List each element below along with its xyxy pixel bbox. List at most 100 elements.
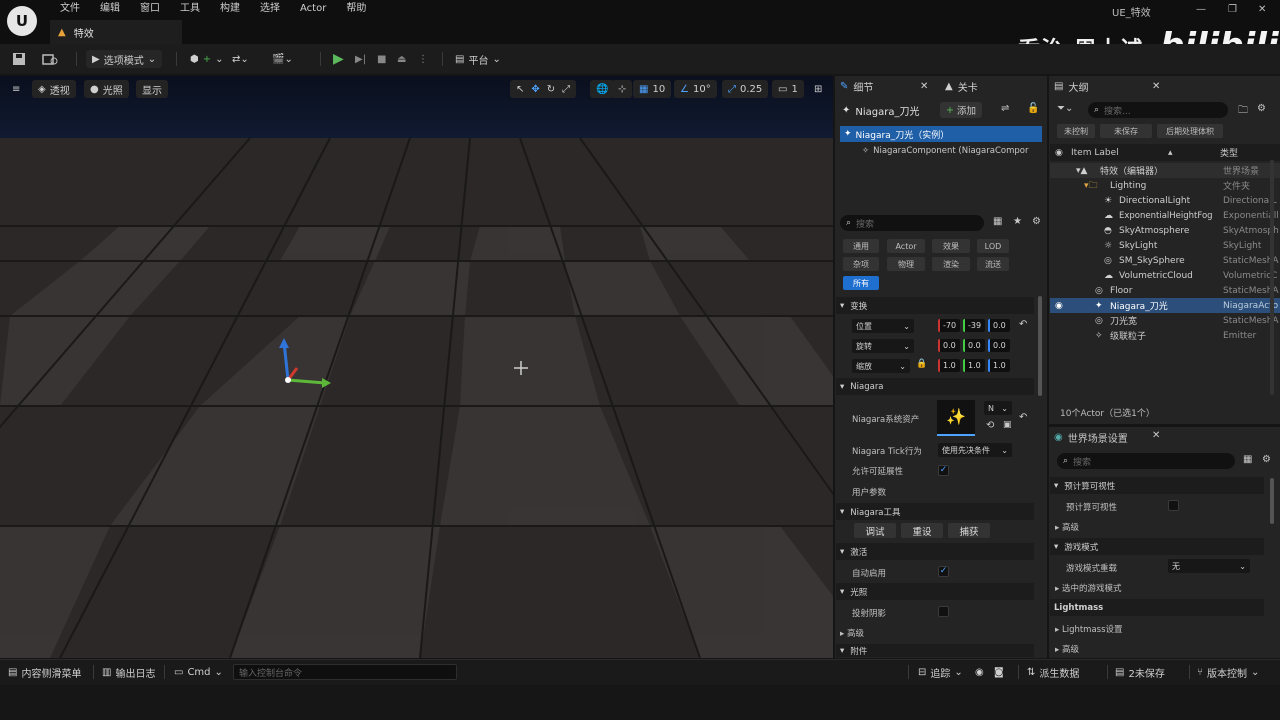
col-type[interactable]: 类型 [1220,146,1238,159]
niagara-component-row[interactable]: ✧ NiagaraComponent (NiagaraCompor [862,146,1028,156]
grid-snap-button[interactable]: ▦ 10 [633,80,672,98]
details-scrollbar[interactable] [1038,296,1042,396]
details-tab-close[interactable]: ✕ [920,77,928,95]
scale-lock-icon[interactable]: 🔒 [916,359,927,369]
transform-gizmo-icon[interactable] [275,336,335,396]
unsaved-button[interactable]: ▤ 2未保存 [1115,665,1165,680]
world-settings-scrollbar[interactable] [1270,478,1274,524]
niagara-section[interactable]: ▾ Niagara [836,378,1034,395]
perspective-button[interactable]: ◈ 透视 [32,80,76,98]
outliner-row-selected[interactable]: ◉ ✦ Niagara_刀光 NiagaraActo [1050,298,1280,313]
outliner-tab[interactable]: ▤ 大纲 [1054,77,1088,95]
advanced-row[interactable]: ▸ 高级 [840,627,864,639]
cast-shadow-checkbox[interactable] [938,606,949,617]
world-settings-tab[interactable]: ◉ 世界场景设置 [1054,430,1128,445]
outliner-row[interactable]: ◎ 刀光宽 StaticMeshA [1050,313,1280,328]
col-item-label[interactable]: Item Label [1071,148,1119,158]
camera-speed-button[interactable]: ▭ 1 [772,80,804,98]
debug-button[interactable]: 调试 [854,523,896,538]
menu-build[interactable]: 构建 [210,2,250,16]
outliner-row[interactable]: ◎ SM_SkySphere StaticMeshA [1050,253,1280,268]
scale-z-field[interactable]: 1.0 [988,359,1010,372]
select-icon[interactable]: ↖ [516,84,524,95]
location-x-field[interactable]: -70 [938,319,960,332]
asset-picker-dropdown[interactable]: N ⌄ [984,401,1012,415]
filter-general[interactable]: 通用 [843,239,879,253]
outliner-row[interactable]: ☀ DirectionalLight DirectionalL [1050,193,1280,208]
move-icon[interactable]: ✥ [531,84,539,95]
minimize-icon[interactable]: — [1196,4,1206,15]
filter-actor[interactable]: Actor [887,239,925,253]
lock-icon[interactable]: 🔓 [1027,103,1039,114]
menu-edit[interactable]: 编辑 [90,2,130,16]
browse-asset-icon[interactable]: ⟲ [986,420,994,431]
gear-icon[interactable]: ⚙ [1032,216,1041,227]
outliner-row[interactable]: ☼ SkyLight SkyLight [1050,238,1280,253]
world-search-input[interactable]: ⌕ 搜索 [1057,453,1235,469]
component-instance-row[interactable]: ✦ Niagara_刀光（实例） [840,126,1042,142]
blueprint-convert-icon[interactable]: ⇌ [1001,103,1009,114]
reset-location-icon[interactable]: ↶ [1019,319,1027,330]
outliner-row[interactable]: ◎ Floor StaticMeshA [1050,283,1280,298]
table-view-icon[interactable]: ▦ [1243,454,1252,465]
game-mode-section[interactable]: ▾ 游戏模式 [1050,538,1264,555]
lit-button[interactable]: ● 光照 [84,80,129,98]
scale-icon[interactable]: ⤢ [562,84,570,95]
advanced-row[interactable]: ▸ 高级 [1055,521,1079,533]
rotate-icon[interactable]: ↻ [547,84,555,95]
filter-icon[interactable]: ⏷⌄ [1057,103,1073,114]
uncontrolled-button[interactable]: 未控制 [1057,124,1095,138]
attachment-section[interactable]: ▾ 附件 [836,644,1034,657]
visibility-eye-icon[interactable]: ◉ [1055,148,1063,158]
level-tab[interactable]: ▲ 特效 [50,20,182,44]
allow-scalability-checkbox[interactable]: ✓ [938,465,949,476]
niagara-tools-section[interactable]: ▾ Niagara工具 [836,503,1034,520]
rotation-z-field[interactable]: 0.0 [988,339,1010,352]
find-in-browser-icon[interactable]: ▣ [1003,420,1012,430]
level-tab-2[interactable]: ▲ 关卡 [945,77,978,95]
filter-rendering[interactable]: 渲染 [932,257,970,271]
transform-section[interactable]: ▾ 变换 [836,297,1034,314]
filter-effects[interactable]: 效果 [932,239,970,253]
step-icon[interactable]: ▶| [355,50,366,68]
viewport-menu-icon[interactable]: ≡ [6,80,26,98]
precomputed-vis-checkbox[interactable] [1168,500,1179,511]
eject-icon[interactable]: ⏏ [397,50,406,68]
precomputed-vis-section[interactable]: ▾ 预计算可视性 [1050,477,1264,494]
gm-override-dropdown[interactable]: 无 ⌄ [1168,559,1250,573]
scale-snap-button[interactable]: ⤢ 0.25 [722,80,769,98]
cmd-dropdown[interactable]: ▭ Cmd ⌄ [174,665,223,679]
advanced-row-2[interactable]: ▸ 高级 [1055,643,1079,655]
revision-control-button[interactable]: ⑂ 版本控制 ⌄ [1197,665,1259,680]
outliner-row[interactable]: ▾🗀 Lighting 文件夹 [1050,178,1280,193]
details-search-input[interactable]: ⌕ 搜索 [840,215,984,231]
output-log-button[interactable]: ▥ 输出日志 [102,665,155,680]
world-settings-close-icon[interactable]: ✕ [1152,430,1160,441]
filter-physics[interactable]: 物理 [887,257,925,271]
menu-help[interactable]: 帮助 [336,2,376,16]
niagara-asset-thumbnail-icon[interactable]: ✨ [937,400,975,436]
auto-activate-checkbox[interactable]: ✓ [938,566,949,577]
surface-snap-icon[interactable]: ⊹ [612,80,633,98]
record-icon[interactable]: ◉ [975,665,984,679]
details-tab[interactable]: ✎ 细节 [840,77,873,95]
reset-asset-icon[interactable]: ↶ [1019,412,1027,423]
outliner-row[interactable]: ☁ VolumetricCloud VolumetricC [1050,268,1280,283]
console-input[interactable]: 输入控制台命令 [233,664,457,680]
menu-select[interactable]: 选择 [250,2,290,16]
menu-window[interactable]: 窗口 [130,2,170,16]
activation-section[interactable]: ▾ 激活 [836,543,1034,560]
trace-button[interactable]: ⊟ 追踪 ⌄ [918,665,963,680]
play-options-icon[interactable]: ⋮ [418,50,428,68]
play-icon[interactable]: ▶ [333,50,344,68]
menu-tools[interactable]: 工具 [170,2,210,16]
content-drawer-button[interactable]: ▤ 内容侧滑菜单 [8,665,81,680]
reset-button[interactable]: 重设 [901,523,943,538]
star-icon[interactable]: ★ [1013,216,1022,227]
menu-actor[interactable]: Actor [290,2,336,16]
close-window-icon[interactable]: ✕ [1258,4,1266,15]
location-dropdown[interactable]: 位置 ⌄ [852,319,914,333]
selection-mode-dropdown[interactable]: ▶ 选项模式 ⌄ [86,50,163,68]
rotation-dropdown[interactable]: 旋转 ⌄ [852,339,914,353]
add-component-button[interactable]: + 添加 [940,102,982,118]
